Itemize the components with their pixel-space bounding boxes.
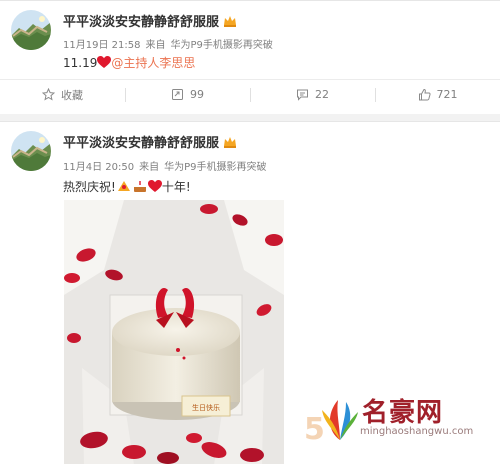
cake-plaque-text: 生日快乐 (192, 403, 220, 412)
cake-with-swans-image: 生日快乐 (64, 200, 284, 464)
leaf-logo-icon (322, 400, 358, 440)
comment-count: 22 (315, 88, 329, 101)
favorite-button[interactable]: 收藏 (0, 80, 125, 109)
post-time[interactable]: 11月19日 21:58 (63, 40, 140, 51)
like-button[interactable]: 721 (375, 80, 500, 109)
post-meta: 11月4日 20:50 来自 华为P9手机摄影再突破 (63, 158, 272, 173)
comment-button[interactable]: 22 (250, 80, 375, 109)
content-date: 11.19 (63, 56, 98, 70)
repost-icon (172, 89, 183, 100)
post-time[interactable]: 11月4日 20:50 (63, 162, 134, 173)
username[interactable]: 平平淡淡安安静静舒舒服服 (63, 132, 237, 151)
watermark-logo: 5 名豪网 minghaoshangwu.com (304, 392, 490, 450)
heart-icon (97, 56, 112, 68)
post-content: 热烈庆祝! 十年! (63, 178, 191, 195)
cake-emoji-icon (133, 181, 146, 192)
vip-crown-icon (224, 16, 237, 27)
cake-photo[interactable]: 生日快乐 (64, 200, 284, 464)
avatar-great-wall-image (11, 131, 51, 171)
thumbs-up-icon (418, 88, 431, 101)
username-text[interactable]: 平平淡淡安安静静舒舒服服 (63, 15, 219, 30)
action-bar: 收藏 99 22 721 (0, 79, 500, 109)
watermark-brand: 名豪网 (362, 398, 444, 428)
username-text[interactable]: 平平淡淡安安静静舒舒服服 (63, 136, 219, 151)
star-icon (42, 88, 55, 101)
post-source[interactable]: 华为P9手机摄影再突破 (164, 162, 266, 173)
weibo-post-1: 平平淡淡安安静静舒舒服服 11月19日 21:58 来自 华为P9手机摄影再突破 1… (0, 0, 500, 114)
username[interactable]: 平平淡淡安安静静舒舒服服 (63, 11, 237, 30)
favorite-label: 收藏 (61, 88, 83, 102)
watermark-domain: minghaoshangwu.com (360, 426, 474, 437)
celebrate-emoji-icon (117, 181, 130, 191)
heart-icon (147, 180, 162, 192)
source-prefix: 来自 (139, 162, 160, 173)
avatar-great-wall-image (11, 10, 51, 50)
post-meta: 11月19日 21:58 来自 华为P9手机摄影再突破 (63, 36, 278, 51)
like-count: 721 (436, 88, 458, 101)
vip-crown-icon (224, 137, 237, 148)
post-source[interactable]: 华为P9手机摄影再突破 (170, 40, 272, 51)
repost-button[interactable]: 99 (125, 80, 250, 109)
user-avatar[interactable] (11, 131, 51, 171)
weibo-post-2: 平平淡淡安安静静舒舒服服 11月4日 20:50 来自 华为P9手机摄影再突破 热烈… (0, 121, 500, 464)
content-prefix: 热烈庆祝! (63, 180, 116, 194)
source-prefix: 来自 (145, 40, 166, 51)
user-avatar[interactable] (11, 10, 51, 50)
repost-count: 99 (190, 88, 204, 101)
post-content: 11.19 @主持人李思思 (63, 54, 195, 71)
comment-icon (297, 89, 308, 101)
mention-link[interactable]: @主持人李思思 (111, 56, 195, 70)
content-suffix: 十年! (161, 180, 191, 194)
